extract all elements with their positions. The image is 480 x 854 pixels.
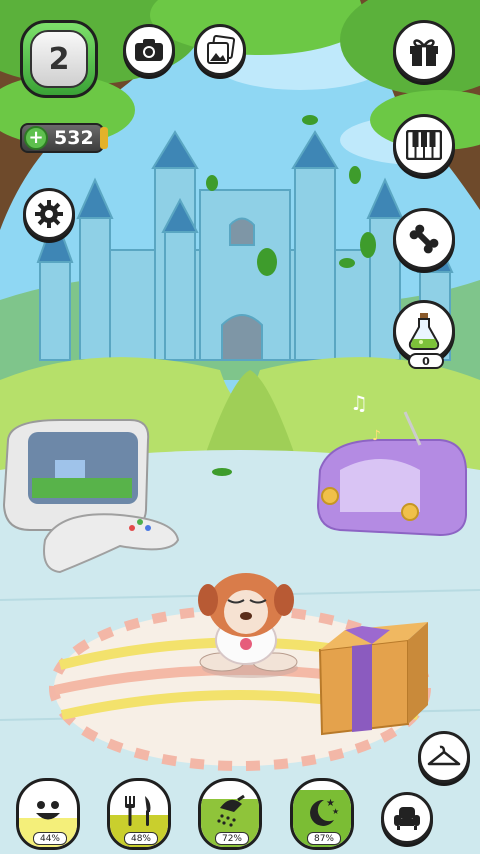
piano-button[interactable] (393, 114, 455, 176)
gift-icon (410, 39, 438, 66)
shower-icon (217, 794, 245, 827)
level-badge[interactable]: 2 (20, 20, 98, 98)
level-number: 2 (30, 30, 88, 88)
need-sleep[interactable]: ★ ★ 87% (290, 778, 354, 850)
svg-text:★: ★ (332, 807, 339, 816)
need-percent: 44% (33, 832, 67, 845)
camera-button[interactable] (123, 24, 175, 76)
gift-button[interactable] (393, 20, 455, 82)
need-food[interactable]: 48% (107, 778, 171, 850)
svg-text:♪: ♪ (372, 428, 381, 444)
fork-knife-icon (125, 796, 151, 826)
potion-icon (408, 313, 440, 350)
potion-count: 0 (408, 353, 444, 369)
armchair-icon (394, 807, 420, 830)
room-button[interactable] (381, 792, 433, 844)
camera-icon (135, 39, 163, 61)
photos-icon (207, 35, 235, 64)
settings-button[interactable] (23, 188, 75, 240)
coin-counter[interactable]: + 532 (20, 123, 108, 153)
need-percent: 48% (124, 832, 158, 845)
bone-icon (409, 224, 439, 254)
moon-stars-icon: ★ ★ (310, 798, 339, 826)
coin-amount: 532 (54, 127, 94, 149)
wardrobe-button[interactable] (418, 731, 470, 783)
need-percent: 72% (215, 832, 249, 845)
hanger-icon (427, 745, 461, 766)
gift-box[interactable] (318, 622, 428, 736)
gear-icon (35, 200, 63, 228)
add-coins-icon[interactable]: + (24, 126, 48, 150)
svg-text:♫: ♫ (350, 391, 368, 415)
need-happiness[interactable]: 44% (16, 778, 80, 850)
need-percent: 87% (307, 832, 341, 845)
need-hygiene[interactable]: 72% (198, 778, 262, 850)
smiley-face-icon (36, 801, 60, 820)
photos-button[interactable] (194, 24, 246, 76)
bone-button[interactable] (393, 208, 455, 270)
game-scene: ♫ ♪ 2 + 532 0 44% 48% 72% ★ ★ 87% (0, 0, 480, 854)
piano-keys-icon (406, 130, 442, 160)
